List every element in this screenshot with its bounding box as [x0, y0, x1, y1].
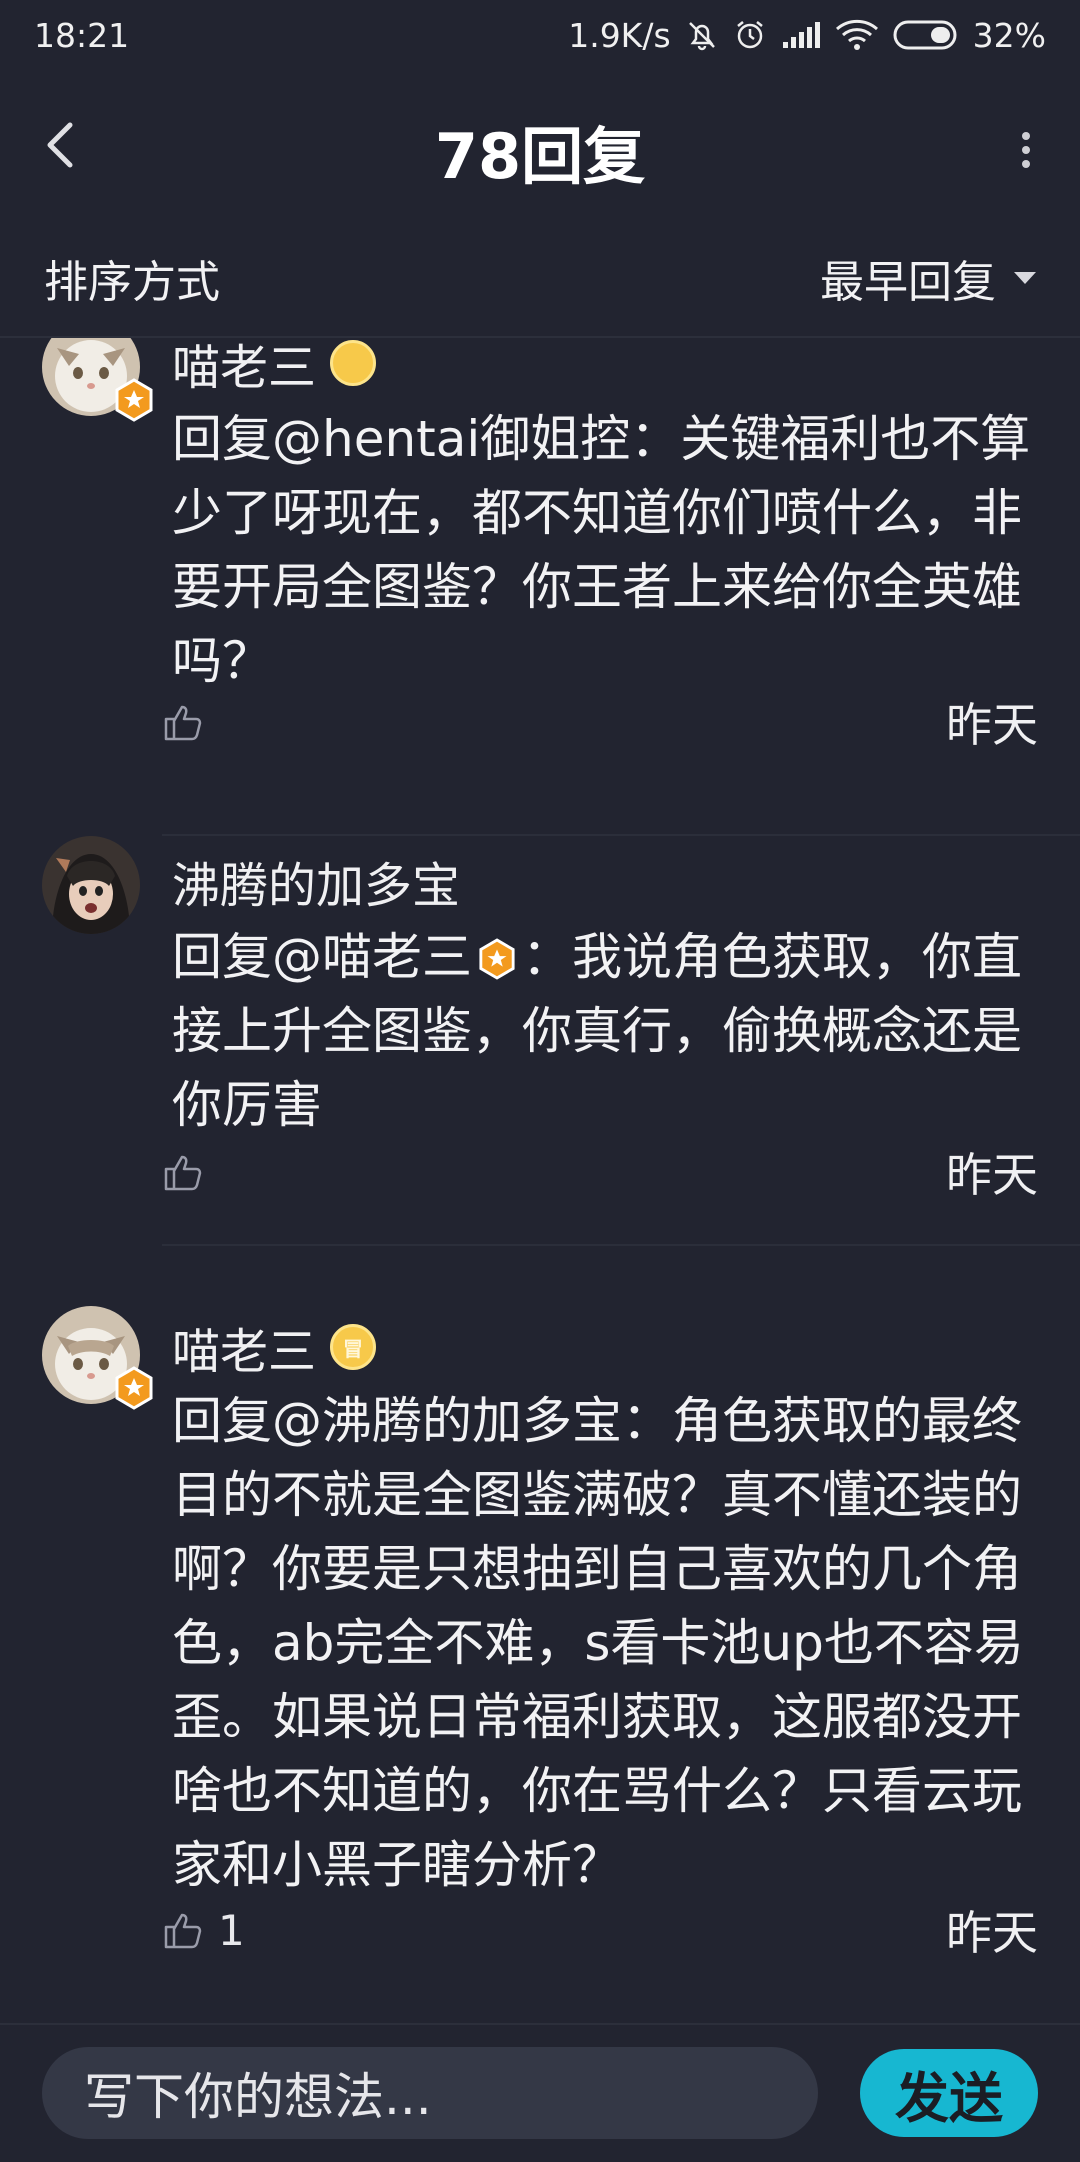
- page-title: 78回复: [434, 120, 646, 193]
- reply-time: 昨天: [946, 1906, 1038, 1960]
- bell-muted-icon: [685, 18, 719, 52]
- like-button[interactable]: 1: [162, 1906, 245, 1955]
- level-badge: 冒: [330, 1324, 377, 1370]
- reply-time: 昨天: [946, 698, 1038, 752]
- vip-badge-icon: [479, 938, 515, 980]
- battery-percent: 32%: [972, 15, 1046, 55]
- status-bar: 18:21 1.9K/s 32%: [0, 0, 1080, 70]
- thumbs-up-icon: [164, 1155, 202, 1191]
- reply-text: 回复@喵老三 ：我说角色获取，你直接上升全图鉴，你真行，偷换概念还是你厉害: [172, 928, 1022, 1134]
- reply-item: 喵老三 回复@hentai御姐控：关键福利也不算少了呀现在，都不知道你们喷什么，…: [0, 338, 1080, 836]
- composer-bar: 写下你的想法... 发送: [0, 2023, 1080, 2162]
- avatar[interactable]: [42, 836, 140, 934]
- status-time: 18:21: [34, 15, 130, 55]
- comment-input[interactable]: 写下你的想法...: [42, 2047, 818, 2139]
- thumbs-up-icon: [164, 705, 202, 741]
- like-button[interactable]: [162, 1151, 218, 1193]
- thumbs-up-icon: [164, 1913, 202, 1949]
- status-icons: 1.9K/s 32%: [568, 16, 1046, 55]
- like-count: 1: [218, 1905, 245, 1955]
- sort-label: 排序方式: [44, 257, 220, 308]
- send-button[interactable]: 发送: [860, 2049, 1038, 2137]
- vip-badge-icon: [115, 378, 153, 422]
- vip-badge-icon: [115, 1366, 153, 1410]
- avatar[interactable]: [42, 1306, 153, 1410]
- alarm-icon: [733, 18, 767, 52]
- username[interactable]: 沸腾的加多宝: [172, 846, 460, 916]
- more-button[interactable]: [1006, 120, 1046, 180]
- level-badge: [330, 340, 377, 386]
- avatar[interactable]: [42, 338, 153, 422]
- sort-dropdown[interactable]: 最早回复: [820, 246, 1036, 310]
- reply-actions: 昨天: [162, 1142, 1038, 1202]
- caret-down-icon: [1014, 272, 1036, 284]
- sort-bar: 排序方式 最早回复: [0, 220, 1080, 338]
- divider: [162, 1244, 1080, 1246]
- reply-item: 喵老三 冒 回复@沸腾的加多宝：角色获取的最终目的不就是全图鉴满破？真不懂还装的…: [0, 1306, 1080, 2006]
- username[interactable]: 喵老三: [172, 338, 377, 398]
- more-vertical-icon: [1022, 132, 1030, 168]
- top-bar: 78回复: [0, 70, 1080, 221]
- wifi-icon: [835, 19, 879, 51]
- reply-time: 昨天: [946, 1148, 1038, 1202]
- reply-actions: 1 昨天: [162, 1900, 1038, 1960]
- sort-selected: 最早回复: [820, 257, 996, 308]
- reply-item: 沸腾的加多宝 回复@喵老三 ：我说角色获取，你直接上升全图鉴，你真行，偷换概念还是…: [0, 836, 1080, 1246]
- reply-list[interactable]: 喵老三 回复@hentai御姐控：关键福利也不算少了呀现在，都不知道你们喷什么，…: [0, 338, 1080, 2023]
- username[interactable]: 喵老三 冒: [172, 1312, 377, 1382]
- battery-icon: [893, 19, 959, 51]
- reply-text: 回复@hentai御姐控：关键福利也不算少了呀现在，都不知道你们喷什么，非要开局…: [172, 410, 1031, 690]
- network-speed: 1.9K/s: [568, 15, 671, 55]
- reply-actions: 昨天: [162, 692, 1038, 752]
- reply-text: 回复@沸腾的加多宝：角色获取的最终目的不就是全图鉴满破？真不懂还装的啊？你要是只…: [172, 1392, 1024, 1894]
- signal-icon: [781, 20, 821, 50]
- like-button[interactable]: [162, 701, 218, 743]
